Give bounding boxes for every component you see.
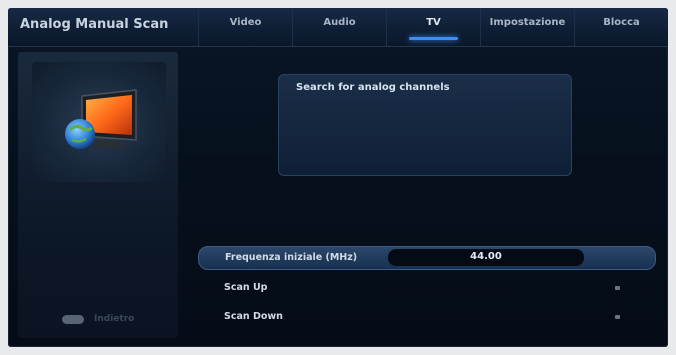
scan-down-indicator-icon	[615, 315, 620, 319]
page-title: Analog Manual Scan	[20, 17, 169, 32]
tv-globe-icon	[65, 89, 137, 149]
scan-down-label: Scan Down	[224, 311, 283, 322]
info-text: Search for analog channels	[296, 82, 450, 93]
start-frequency-field[interactable]: 44.00	[388, 249, 584, 266]
tab-audio[interactable]: Audio	[292, 8, 386, 46]
back-hint-label: Indietro	[94, 314, 135, 324]
tab-impostazione[interactable]: Impostazione	[480, 8, 574, 46]
start-frequency-value: 44.00	[470, 251, 502, 262]
tab-video[interactable]: Video	[198, 8, 292, 46]
scan-up-indicator-icon	[615, 286, 620, 290]
tab-label: Video	[229, 17, 262, 28]
tab-label: Blocca	[603, 17, 640, 28]
remote-key-icon	[62, 314, 84, 324]
scan-down-row[interactable]: Scan Down	[198, 306, 654, 328]
left-panel: Indietro	[18, 52, 178, 338]
tab-label: TV	[426, 17, 441, 28]
tab-label: Audio	[323, 17, 356, 28]
tab-tv[interactable]: TV	[386, 8, 480, 46]
start-frequency-row[interactable]: Frequenza iniziale (MHz) 44.00	[198, 246, 656, 270]
scan-up-row[interactable]: Scan Up	[198, 277, 654, 299]
category-icon-box	[32, 62, 166, 182]
scan-up-label: Scan Up	[224, 282, 268, 293]
menu-header: Analog Manual Scan Video Audio TV Impost…	[8, 8, 668, 47]
start-frequency-label: Frequenza iniziale (MHz)	[225, 252, 358, 263]
tv-menu-screen: Analog Manual Scan Video Audio TV Impost…	[8, 8, 668, 347]
tab-label: Impostazione	[489, 17, 566, 28]
menu-tabs: Video Audio TV Impostazione Blocca	[198, 8, 668, 46]
active-tab-indicator	[409, 37, 458, 40]
info-box: Search for analog channels	[278, 74, 572, 176]
tab-blocca[interactable]: Blocca	[574, 8, 668, 46]
back-hint: Indietro	[62, 312, 134, 326]
